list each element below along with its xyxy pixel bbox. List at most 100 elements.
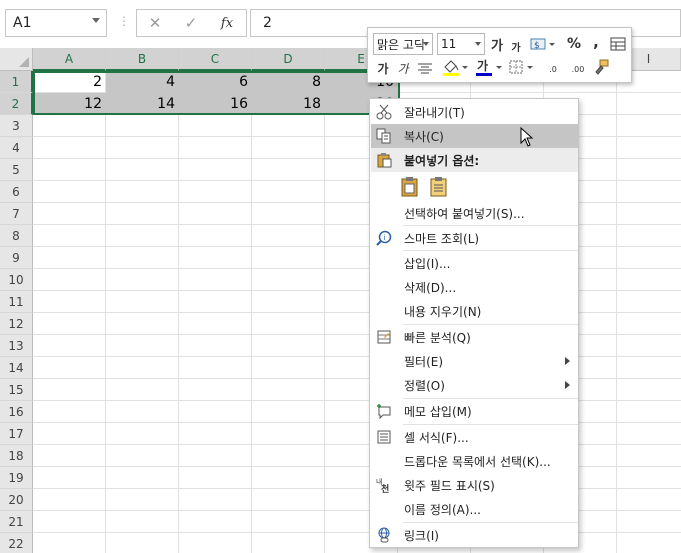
menu-item-paste-special[interactable]: 선택하여 붙여넣기(S)... xyxy=(371,201,578,225)
select-all-button[interactable] xyxy=(0,48,33,71)
row-header-4[interactable]: 4 xyxy=(0,137,33,159)
center-align-button[interactable] xyxy=(416,58,434,78)
paste-values-icon[interactable] xyxy=(429,176,449,201)
grow-font-button[interactable]: 가 xyxy=(489,34,505,54)
accounting-format-button[interactable]: $ xyxy=(530,34,556,54)
menu-item-insert[interactable]: 삽입(I)... xyxy=(371,251,578,275)
row-header-15[interactable]: 15 xyxy=(0,379,33,401)
menu-item-sort[interactable]: 정렬(O) xyxy=(371,373,578,397)
row-header-13[interactable]: 13 xyxy=(0,335,33,357)
row-header-7[interactable]: 7 xyxy=(0,203,33,225)
menu-item-quick-analysis[interactable]: 빠른 분석(Q) xyxy=(371,325,578,349)
font-name-combo[interactable]: 맑은 고딕 xyxy=(373,33,433,55)
chevron-down-icon[interactable] xyxy=(475,42,481,46)
cell-b2[interactable]: 14 xyxy=(106,93,179,115)
row-header-5[interactable]: 5 xyxy=(0,159,33,181)
percent-style-button[interactable]: % xyxy=(566,34,582,54)
menu-item-cut[interactable]: 잘라내기(T) xyxy=(371,100,578,124)
name-box[interactable]: A1 xyxy=(5,9,107,37)
cell-d1[interactable]: 8 xyxy=(252,71,325,93)
cell-b1[interactable]: 4 xyxy=(106,71,179,93)
column-header-b[interactable]: B xyxy=(106,48,179,71)
cell-a2[interactable]: 12 xyxy=(34,93,106,115)
font-color-button[interactable]: 가 xyxy=(474,57,504,77)
menu-label-paste-options: 붙여넣기 옵션: xyxy=(404,153,480,168)
decrease-decimal-button[interactable]: .00 xyxy=(566,59,590,79)
row-header-9[interactable]: 9 xyxy=(0,247,33,269)
menu-item-insert-comment[interactable]: 메모 삽입(M) xyxy=(371,399,578,423)
row-header-6[interactable]: 6 xyxy=(0,181,33,203)
cancel-icon[interactable]: ✕ xyxy=(137,14,173,32)
gridline xyxy=(33,488,681,489)
row-header-16[interactable]: 16 xyxy=(0,401,33,423)
column-header-c[interactable]: C xyxy=(179,48,252,71)
row-header-2[interactable]: 2 xyxy=(0,93,33,115)
chevron-right-icon xyxy=(565,357,570,365)
menu-item-clear-contents[interactable]: 내용 지우기(N) xyxy=(371,299,578,323)
chevron-down-icon[interactable] xyxy=(423,42,429,46)
menu-label-quick-analysis: 빠른 분석(Q) xyxy=(404,330,471,345)
row-header-17[interactable]: 17 xyxy=(0,423,33,445)
shrink-font-button[interactable]: 가 xyxy=(509,36,523,56)
bold-button[interactable]: 가 xyxy=(376,58,390,78)
increase-decimal-button[interactable]: .0 xyxy=(541,59,565,79)
column-header-a[interactable]: A xyxy=(33,48,106,71)
chevron-down-icon[interactable] xyxy=(92,18,100,23)
row-header-3[interactable]: 3 xyxy=(0,115,33,137)
menu-item-delete[interactable]: 삭제(D)... xyxy=(371,275,578,299)
phonetic-guide-icon: 내천 xyxy=(375,476,393,494)
column-header-d[interactable]: D xyxy=(252,48,325,71)
menu-label-smart-lookup: 스마트 조회(L) xyxy=(404,231,480,246)
enter-icon[interactable]: ✓ xyxy=(173,14,209,32)
row-header-12[interactable]: 12 xyxy=(0,313,33,335)
row-header-10[interactable]: 10 xyxy=(0,269,33,291)
percent-icon: % xyxy=(566,36,582,52)
align-center-icon xyxy=(418,63,432,74)
font-color-icon: 가 xyxy=(477,59,489,73)
format-painter-button[interactable] xyxy=(590,57,612,77)
mouse-pointer-icon xyxy=(520,126,534,150)
insert-function-icon[interactable]: fx xyxy=(209,16,245,31)
cell-c1[interactable]: 6 xyxy=(179,71,252,93)
row-header-14[interactable]: 14 xyxy=(0,357,33,379)
paste-icon[interactable] xyxy=(400,176,420,201)
cell-a1[interactable]: 2 xyxy=(34,71,106,93)
gridline xyxy=(33,510,681,511)
italic-button[interactable]: 가 xyxy=(396,58,410,78)
menu-item-copy[interactable]: 복사(C) xyxy=(371,124,578,148)
context-menu: 잘라내기(T) 복사(C) 붙여넣기 옵션: 선택하여 붙여넣기(S)... i… xyxy=(369,98,579,548)
row-header-22[interactable]: 22 xyxy=(0,533,33,553)
gridline xyxy=(33,158,681,159)
menu-item-format-cells[interactable]: 셀 서식(F)... xyxy=(371,425,578,449)
row-header-11[interactable]: 11 xyxy=(0,291,33,313)
menu-item-pick-from-dropdown[interactable]: 드롭다운 목록에서 선택(K)... xyxy=(371,449,578,473)
decrease-decimal-icon: .00 xyxy=(571,64,585,74)
row-header-19[interactable]: 19 xyxy=(0,467,33,489)
menu-item-filter[interactable]: 필터(E) xyxy=(371,349,578,373)
menu-item-phonetic-field[interactable]: 내천 윗주 필드 표시(S) xyxy=(371,473,578,497)
italic-icon: 가 xyxy=(397,61,409,76)
menu-item-link[interactable]: 링크(I) xyxy=(371,523,578,547)
gridline xyxy=(33,466,681,467)
menu-label-pick-from-dropdown: 드롭다운 목록에서 선택(K)... xyxy=(404,454,551,469)
row-header-1[interactable]: 1 xyxy=(0,71,33,93)
menu-label-sort: 정렬(O) xyxy=(404,378,445,393)
row-header-8[interactable]: 8 xyxy=(0,225,33,247)
gridline xyxy=(33,400,681,401)
cell-c2[interactable]: 16 xyxy=(179,93,252,115)
font-size-combo[interactable]: 11 xyxy=(437,33,485,55)
menu-item-smart-lookup[interactable]: i 스마트 조회(L) xyxy=(371,226,578,250)
row-header-20[interactable]: 20 xyxy=(0,489,33,511)
menu-label-format-cells: 셀 서식(F)... xyxy=(404,430,469,445)
menu-label-insert: 삽입(I)... xyxy=(404,256,451,271)
row-header-21[interactable]: 21 xyxy=(0,511,33,533)
gridline xyxy=(33,356,681,357)
row-header-18[interactable]: 18 xyxy=(0,445,33,467)
fill-color-button[interactable] xyxy=(441,57,469,77)
comma-style-button[interactable]: , xyxy=(590,32,602,52)
menu-label-copy: 복사(C) xyxy=(404,129,444,144)
cell-d2[interactable]: 18 xyxy=(252,93,325,115)
format-painter-table-button[interactable] xyxy=(609,34,627,54)
borders-button[interactable] xyxy=(508,57,536,77)
menu-item-define-name[interactable]: 이름 정의(A)... xyxy=(371,497,578,521)
